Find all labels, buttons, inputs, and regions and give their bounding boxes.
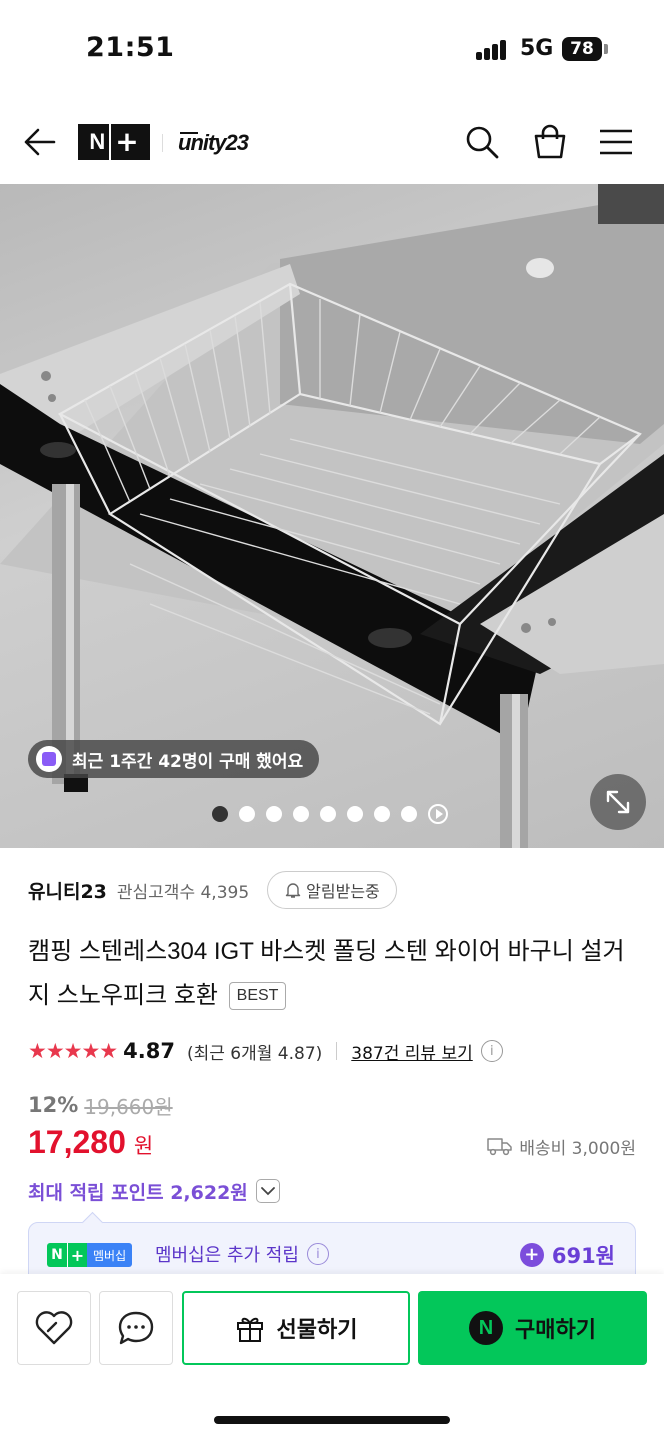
badge-plus: +	[67, 1243, 87, 1267]
network-type: 5G	[520, 36, 554, 61]
buy-button[interactable]: N 구매하기	[418, 1291, 647, 1365]
discount-row: 12% 19,660원	[28, 1090, 173, 1120]
wishlist-button[interactable]	[17, 1291, 91, 1365]
badge-n: N	[47, 1243, 67, 1267]
rating-row: ★★★★★ 4.87 (최근 6개월 4.87) 387건 리뷰 보기 i	[28, 1034, 503, 1068]
price-row: 17,280 원	[28, 1124, 153, 1168]
price-unit: 원	[133, 1134, 154, 1158]
info-icon[interactable]: i	[480, 1040, 503, 1062]
gift-label: 선물하기	[276, 1318, 358, 1343]
membership-points-value: 691원	[551, 1244, 615, 1268]
battery-icon: 78	[562, 37, 602, 61]
logo-separator	[109, 124, 112, 160]
membership-text: 멤버십은 추가 적립 i	[155, 1241, 329, 1267]
carousel-dot[interactable]	[239, 806, 255, 822]
truck-icon	[487, 1138, 513, 1156]
badge-label: 멤버십	[87, 1243, 133, 1267]
product-image-carousel[interactable]: 최근 1주간 42명이 구매 했어요	[0, 184, 664, 848]
points-row[interactable]: 최대 적립 포인트 2,622원	[28, 1174, 280, 1208]
carousel-dots	[212, 804, 448, 824]
bottom-action-bar: 선물하기 N 구매하기	[0, 1274, 664, 1440]
cart-button[interactable]	[528, 120, 572, 164]
carousel-dot[interactable]	[320, 806, 336, 822]
carousel-dot[interactable]	[266, 806, 282, 822]
rating-divider	[336, 1042, 338, 1060]
naverpay-n-icon: N	[469, 1311, 504, 1345]
points-toggle-button[interactable]	[255, 1179, 280, 1203]
expand-button[interactable]	[590, 774, 646, 830]
membership-points: + 691원	[519, 1240, 615, 1270]
buy-label: 구매하기	[515, 1318, 596, 1343]
original-price: 19,660원	[84, 1094, 173, 1119]
naver-plus-membership-badge: N + 멤버십	[47, 1243, 133, 1267]
seller-row: 유니티23 관심고객수 4,395 알림받는중	[28, 871, 397, 909]
logo-plus: +	[115, 125, 139, 158]
recent-purchase-pill: 최근 1주간 42명이 구매 했어요	[28, 740, 320, 778]
hamburger-menu-icon	[600, 129, 632, 155]
heart-icon	[35, 1311, 73, 1345]
carousel-dot[interactable]	[374, 806, 390, 822]
chat-icon	[118, 1311, 154, 1345]
app-header: N + unity23	[0, 100, 664, 184]
seller-name[interactable]: 유니티23	[28, 877, 107, 904]
carousel-dot[interactable]	[212, 806, 228, 822]
status-bar: 21:51 5G 78	[0, 0, 664, 100]
recent-purchase-text: 최근 1주간 42명이 구매 했어요	[72, 751, 304, 772]
carousel-dot[interactable]	[293, 806, 309, 822]
rating-score: 4.87	[123, 1039, 175, 1063]
discount-rate: 12%	[28, 1093, 79, 1117]
review-link[interactable]: 387건 리뷰 보기	[351, 1039, 472, 1064]
carousel-dot[interactable]	[401, 806, 417, 822]
talk-button[interactable]	[99, 1291, 173, 1365]
best-badge: BEST	[228, 982, 287, 1010]
gift-button[interactable]: 선물하기	[182, 1291, 410, 1365]
search-icon	[466, 126, 499, 159]
shipping-fee: 배송비 3,000원	[487, 1132, 636, 1160]
info-icon[interactable]: i	[306, 1243, 329, 1265]
shopping-bag-icon	[534, 124, 566, 159]
seller-fans: 관심고객수 4,395	[116, 882, 250, 903]
store-logo-mark: unity23	[178, 130, 250, 155]
signal-icon	[476, 40, 508, 60]
naver-plus-logo[interactable]: N +	[78, 124, 150, 160]
logo-n: N	[89, 129, 106, 154]
gift-icon	[236, 1317, 263, 1342]
chevron-down-icon	[260, 1187, 275, 1196]
back-button[interactable]	[20, 122, 60, 162]
bag-badge-icon	[36, 746, 62, 772]
bell-icon	[285, 883, 301, 898]
product-title: 캠핑 스텐레스304 IGT 바스켓 폴딩 스텐 와이어 바구니 설거지 스노우…	[28, 930, 638, 1018]
carousel-dot[interactable]	[347, 806, 363, 822]
membership-text-label: 멤버십은 추가 적립	[155, 1245, 299, 1266]
search-button[interactable]	[460, 120, 504, 164]
notify-label: 알림받는중	[306, 882, 380, 901]
play-icon[interactable]	[428, 804, 448, 824]
star-rating-icon: ★★★★★	[28, 1039, 118, 1063]
home-indicator	[214, 1416, 450, 1424]
plus-icon: +	[519, 1243, 544, 1267]
notify-button[interactable]: 알림받는중	[267, 871, 397, 909]
store-logo[interactable]: unity23	[176, 126, 272, 158]
header-divider	[162, 134, 163, 152]
product-title-text: 캠핑 스텐레스304 IGT 바스켓 폴딩 스텐 와이어 바구니 설거지 스노우…	[28, 938, 625, 1009]
back-arrow-icon	[24, 128, 56, 156]
battery-nub	[604, 44, 608, 54]
sale-price: 17,280	[28, 1124, 126, 1160]
menu-button[interactable]	[594, 120, 638, 164]
max-points: 최대 적립 포인트 2,622원	[28, 1181, 248, 1204]
shipping-text: 배송비 3,000원	[519, 1138, 636, 1159]
expand-icon	[606, 790, 630, 814]
rating-recent: (최근 6개월 4.87)	[186, 1043, 323, 1064]
status-time: 21:51	[86, 32, 175, 63]
